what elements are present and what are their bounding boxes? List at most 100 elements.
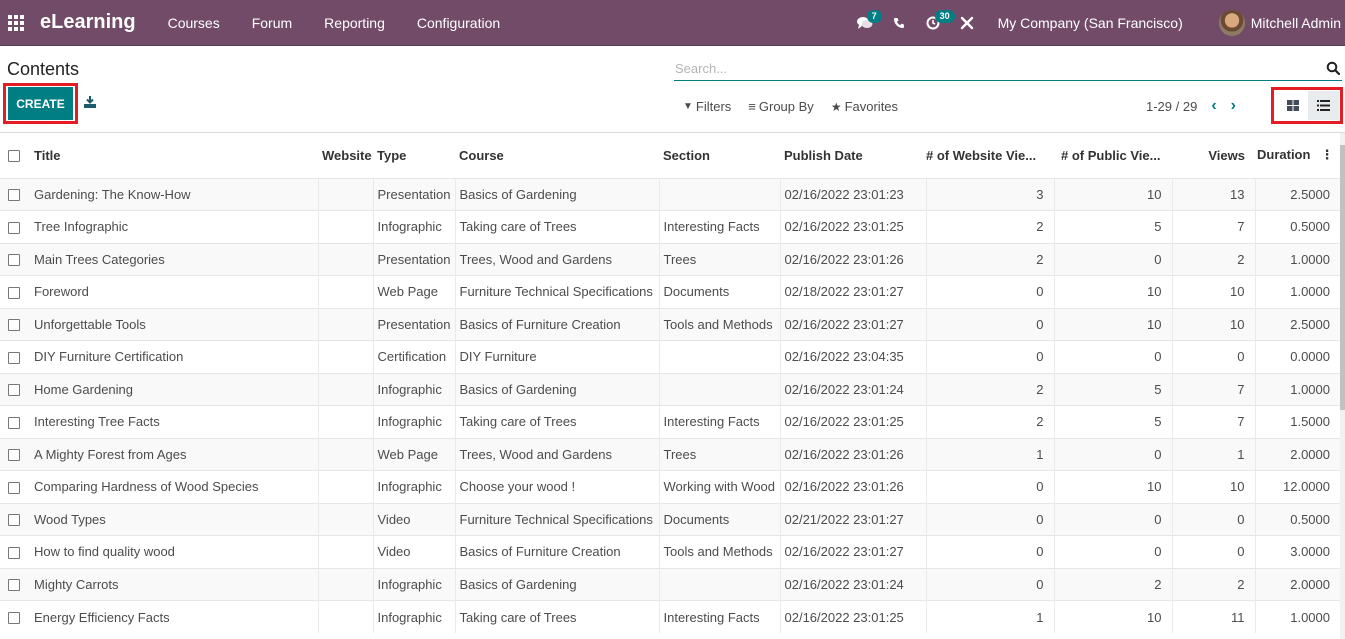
search-input[interactable] <box>674 60 1326 76</box>
table-row[interactable]: Wood Types Video Furniture Technical Speci… <box>0 502 1340 536</box>
cell-type[interactable]: Infographic <box>372 600 455 633</box>
cell-website[interactable] <box>317 177 373 211</box>
cell-website-views[interactable]: 1 <box>925 437 1054 471</box>
cell-duration[interactable]: 1.0000 <box>1254 242 1340 276</box>
column-publish-date[interactable]: Publish Date <box>780 133 926 178</box>
cell-public-views[interactable]: 10 <box>1053 275 1172 308</box>
cell-publish-date[interactable]: 02/16/2022 23:01:26 <box>779 470 926 503</box>
cell-section[interactable]: Trees <box>658 242 780 276</box>
column-public-views[interactable]: # of Public Vie... <box>1054 133 1172 178</box>
cell-website[interactable] <box>317 307 373 341</box>
menu-configuration[interactable]: Configuration <box>401 15 516 31</box>
column-views[interactable]: Views <box>1172 133 1255 178</box>
row-checkbox[interactable] <box>8 286 20 299</box>
cell-section[interactable]: Interesting Facts <box>658 405 780 438</box>
cell-course[interactable]: DIY Furniture <box>454 340 659 373</box>
cell-publish-date[interactable]: 02/18/2022 23:01:27 <box>779 275 926 308</box>
cell-public-views[interactable]: 0 <box>1053 535 1172 568</box>
cell-title[interactable]: Main Trees Categories <box>30 242 318 276</box>
cell-website-views[interactable]: 1 <box>925 600 1054 633</box>
cell-public-views[interactable]: 0 <box>1053 502 1172 536</box>
row-checkbox[interactable] <box>8 189 20 202</box>
cell-views[interactable]: 13 <box>1171 177 1255 211</box>
row-checkbox[interactable] <box>8 384 20 397</box>
cell-views[interactable]: 10 <box>1171 470 1255 503</box>
debug-tools-button[interactable] <box>950 0 984 46</box>
cell-views[interactable]: 7 <box>1171 372 1255 406</box>
cell-views[interactable]: 11 <box>1171 600 1255 633</box>
cell-title[interactable]: How to find quality wood <box>30 535 318 568</box>
cell-section[interactable]: Interesting Facts <box>658 210 780 243</box>
cell-type[interactable]: Infographic <box>372 567 455 601</box>
column-duration[interactable]: Duration <box>1257 147 1310 162</box>
cell-public-views[interactable]: 10 <box>1053 470 1172 503</box>
cell-public-views[interactable]: 10 <box>1053 600 1172 633</box>
cell-type[interactable]: Infographic <box>372 470 455 503</box>
cell-views[interactable]: 1 <box>1171 437 1255 471</box>
kanban-view-button[interactable] <box>1277 91 1308 120</box>
cell-title[interactable]: Interesting Tree Facts <box>30 405 318 438</box>
cell-publish-date[interactable]: 02/16/2022 23:01:25 <box>779 405 926 438</box>
cell-website-views[interactable]: 0 <box>925 307 1054 341</box>
cell-duration[interactable]: 12.0000 <box>1254 470 1340 503</box>
table-row[interactable]: Interesting Tree Facts Infographic Taking … <box>0 405 1340 438</box>
row-checkbox[interactable] <box>8 319 20 332</box>
table-row[interactable]: Comparing Hardness of Wood Species Infogr… <box>0 470 1340 503</box>
cell-duration[interactable]: 2.0000 <box>1254 437 1340 471</box>
cell-type[interactable]: Web Page <box>372 275 455 308</box>
messages-button[interactable]: 7 <box>848 0 882 46</box>
column-section[interactable]: Section <box>659 133 780 178</box>
cell-publish-date[interactable]: 02/16/2022 23:01:25 <box>779 210 926 243</box>
table-row[interactable]: Unforgettable Tools Presentation Basics of… <box>0 307 1340 341</box>
cell-type[interactable]: Presentation <box>372 307 455 341</box>
cell-duration[interactable]: 0.5000 <box>1254 210 1340 243</box>
cell-course[interactable]: Basics of Gardening <box>454 177 659 211</box>
table-row[interactable]: Gardening: The Know-How Presentation Basic… <box>0 177 1340 211</box>
cell-publish-date[interactable]: 02/21/2022 23:01:27 <box>779 502 926 536</box>
cell-website[interactable] <box>317 437 373 471</box>
table-row[interactable]: A Mighty Forest from Ages Web Page Trees, … <box>0 437 1340 471</box>
pager-next-icon[interactable]: › <box>1231 98 1236 114</box>
cell-course[interactable]: Trees, Wood and Gardens <box>454 437 659 471</box>
cell-publish-date[interactable]: 02/16/2022 23:01:23 <box>779 177 926 211</box>
row-checkbox[interactable] <box>8 514 20 527</box>
cell-duration[interactable]: 3.0000 <box>1254 535 1340 568</box>
cell-publish-date[interactable]: 02/16/2022 23:04:35 <box>779 340 926 373</box>
cell-website[interactable] <box>317 372 373 406</box>
cell-title[interactable]: DIY Furniture Certification <box>30 340 318 373</box>
column-website-views[interactable]: # of Website Vie... <box>926 133 1054 178</box>
cell-publish-date[interactable]: 02/16/2022 23:01:26 <box>779 242 926 276</box>
activities-button[interactable]: 30 <box>916 0 955 46</box>
cell-course[interactable]: Basics of Gardening <box>454 567 659 601</box>
menu-reporting[interactable]: Reporting <box>308 15 401 31</box>
row-checkbox[interactable] <box>8 449 20 462</box>
list-view-button[interactable] <box>1308 91 1339 120</box>
table-row[interactable]: Main Trees Categories Presentation Trees, … <box>0 242 1340 276</box>
cell-type[interactable]: Presentation <box>372 177 455 211</box>
phone-button[interactable] <box>882 0 916 46</box>
column-website[interactable]: Website <box>318 133 373 178</box>
cell-website[interactable] <box>317 600 373 633</box>
cell-type[interactable]: Certification <box>372 340 455 373</box>
cell-section[interactable]: Tools and Methods <box>658 307 780 341</box>
cell-course[interactable]: Taking care of Trees <box>454 405 659 438</box>
cell-public-views[interactable]: 0 <box>1053 437 1172 471</box>
cell-publish-date[interactable]: 02/16/2022 23:01:27 <box>779 307 926 341</box>
cell-duration[interactable]: 2.0000 <box>1254 567 1340 601</box>
cell-public-views[interactable]: 5 <box>1053 372 1172 406</box>
cell-type[interactable]: Web Page <box>372 437 455 471</box>
cell-section[interactable] <box>658 340 780 373</box>
cell-title[interactable]: Energy Efficiency Facts <box>30 600 318 633</box>
cell-website[interactable] <box>317 470 373 503</box>
cell-public-views[interactable]: 0 <box>1053 242 1172 276</box>
cell-website-views[interactable]: 0 <box>925 535 1054 568</box>
search-icon[interactable] <box>1326 61 1340 75</box>
cell-duration[interactable]: 0.0000 <box>1254 340 1340 373</box>
cell-title[interactable]: Tree Infographic <box>30 210 318 243</box>
apps-menu-icon[interactable] <box>8 14 24 31</box>
column-title[interactable]: Title <box>30 133 318 178</box>
table-row[interactable]: Home Gardening Infographic Basics of Garde… <box>0 372 1340 406</box>
cell-title[interactable]: Foreword <box>30 275 318 308</box>
cell-website-views[interactable]: 2 <box>925 242 1054 276</box>
cell-public-views[interactable]: 10 <box>1053 177 1172 211</box>
